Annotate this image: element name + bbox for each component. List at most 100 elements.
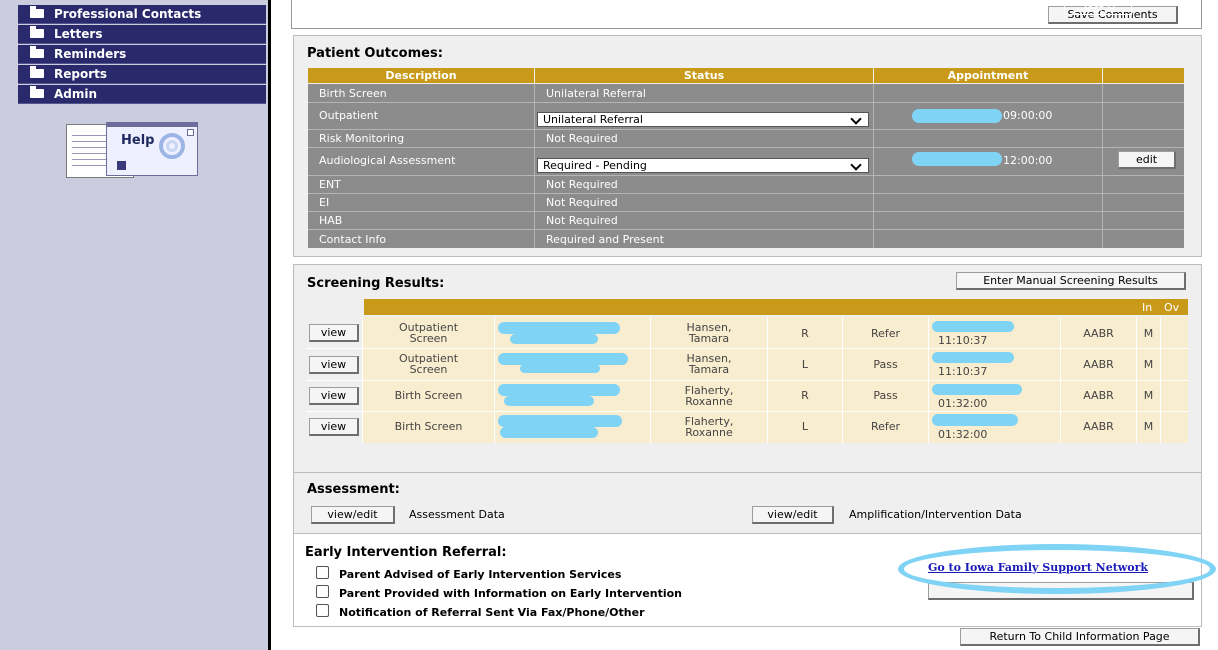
column-ear[interactable]: Ear (771, 1, 838, 15)
screener: Flaherty, Roxanne (684, 415, 734, 439)
assessment-panel (293, 472, 1202, 534)
outcome-status: Unilateral Referral (546, 87, 646, 100)
ear: L (801, 358, 809, 371)
view-button[interactable]: view (309, 387, 359, 405)
ear: L (801, 420, 809, 433)
screener: Hansen, Tamara (686, 352, 732, 376)
folder-icon (30, 66, 44, 78)
close-icon (187, 129, 194, 136)
test: AABR (1083, 389, 1114, 402)
screen-type: Birth Screen (394, 389, 463, 402)
select-value: Required - Pending (543, 159, 647, 172)
chevron-down-icon (462, 2, 470, 11)
sidebar-item-label: Professional Contacts (54, 7, 202, 21)
chevron-down-icon (1013, 2, 1022, 11)
column-result[interactable]: Result (846, 1, 924, 15)
test-time: 01:32:00 (938, 428, 988, 441)
redacted-facility (498, 384, 620, 396)
chevron-down-icon (900, 2, 909, 11)
redacted-date (932, 321, 1014, 332)
sidebar-item-professional-contacts[interactable]: Professional Contacts (18, 5, 266, 24)
redacted-facility (500, 427, 598, 438)
column-screener[interactable]: Screener (656, 1, 764, 15)
redacted-date (932, 384, 1022, 395)
checkbox-label: Parent Provided with Information on Earl… (339, 587, 682, 600)
test-time: 11:10:37 (938, 334, 988, 347)
assessment-view-edit-button[interactable]: view/edit (311, 506, 395, 524)
sidebar-item-label: Reminders (54, 47, 127, 61)
sidebar-item-label: Admin (54, 87, 98, 101)
outcome-appointment: 12:00:00 (1003, 154, 1053, 167)
outcome-appointment: 09:00:00 (1003, 109, 1053, 122)
ear: R (801, 389, 809, 402)
sidebar-item-reports[interactable]: Reports (18, 65, 266, 84)
redacted-facility (510, 334, 598, 344)
select-value: Unilateral Referral (543, 113, 643, 126)
outcome-status: Not Required (546, 214, 618, 227)
in-value: M (1143, 389, 1154, 402)
checkbox-label: Parent Advised of Early Intervention Ser… (339, 568, 622, 581)
assessment-data-label: Assessment Data (409, 508, 505, 521)
help-label: Help (121, 133, 155, 148)
outcome-row (308, 230, 1184, 248)
view-button[interactable]: view (309, 356, 359, 374)
checkbox-referral-sent[interactable] (316, 604, 329, 617)
assessment-title: Assessment: (307, 482, 400, 497)
ear: R (801, 327, 809, 340)
outcome-row (308, 130, 1184, 148)
outcome-status: Required and Present (546, 233, 664, 246)
checkbox-label: Notification of Referral Sent Via Fax/Ph… (339, 606, 645, 619)
sidebar-item-letters[interactable]: Letters (18, 25, 266, 44)
outpatient-status-select[interactable]: Unilateral Referral (537, 112, 869, 127)
checkbox-parent-advised[interactable] (316, 566, 329, 579)
sidebar-item-label: Letters (54, 27, 103, 41)
sidebar-item-admin[interactable]: Admin (18, 85, 266, 104)
test-time: 11:10:37 (938, 365, 988, 378)
test: AABR (1083, 358, 1114, 371)
test: AABR (1083, 420, 1114, 433)
amplification-view-edit-button[interactable]: view/edit (752, 506, 834, 524)
redacted-date (932, 352, 1014, 363)
edit-appointment-button[interactable]: edit (1118, 151, 1176, 169)
screen-type: Birth Screen (394, 420, 463, 433)
folder-icon (30, 46, 44, 58)
iowa-family-support-link[interactable]: Go to Iowa Family Support Network (928, 561, 1148, 574)
test: AABR (1083, 327, 1114, 340)
folder-icon (30, 26, 44, 38)
outcome-description: Contact Info (319, 233, 387, 246)
outcome-row (308, 212, 1184, 230)
checkbox-parent-provided-info[interactable] (316, 585, 329, 598)
outcome-row (308, 176, 1184, 194)
view-button[interactable]: view (309, 418, 359, 436)
view-button[interactable]: view (309, 324, 359, 342)
audiological-status-select[interactable]: Required - Pending (537, 158, 869, 173)
sidebar-item-reminders[interactable]: Reminders (18, 45, 266, 64)
enter-manual-screening-button[interactable]: Enter Manual Screening Results (956, 272, 1186, 290)
sidebar-item-label: Reports (54, 67, 108, 81)
screen-type: Outpatient Screen (398, 321, 459, 345)
screening-header-row (364, 299, 1188, 315)
screen-type: Outpatient Screen (398, 352, 459, 376)
screener: Hansen, Tamara (686, 321, 732, 345)
screener: Flaherty, Roxanne (684, 384, 734, 408)
column-facility[interactable]: Facility (499, 1, 613, 15)
redacted-facility (498, 322, 620, 334)
folder-icon (30, 6, 44, 18)
column-test[interactable]: Test (1064, 1, 1132, 15)
folder-icon (30, 86, 44, 98)
outcomes-header-action (1103, 68, 1184, 83)
column-screen-type[interactable]: Screen Type (369, 1, 491, 15)
in-value: M (1143, 358, 1154, 371)
help-graphic[interactable]: Help (66, 118, 212, 178)
return-to-child-info-button[interactable]: Return To Child Information Page (960, 628, 1200, 646)
redacted-date (912, 152, 1002, 166)
column-test-time[interactable]: Test Time (932, 1, 1046, 15)
outcome-description: ENT (319, 178, 341, 191)
outcome-description: Outpatient (319, 109, 379, 122)
outcome-row (308, 84, 1184, 103)
test-time: 01:32:00 (938, 397, 988, 410)
sidebar-divider (268, 0, 271, 650)
redacted-facility (520, 364, 600, 373)
in-value: M (1143, 327, 1154, 340)
result: Pass (873, 389, 898, 402)
